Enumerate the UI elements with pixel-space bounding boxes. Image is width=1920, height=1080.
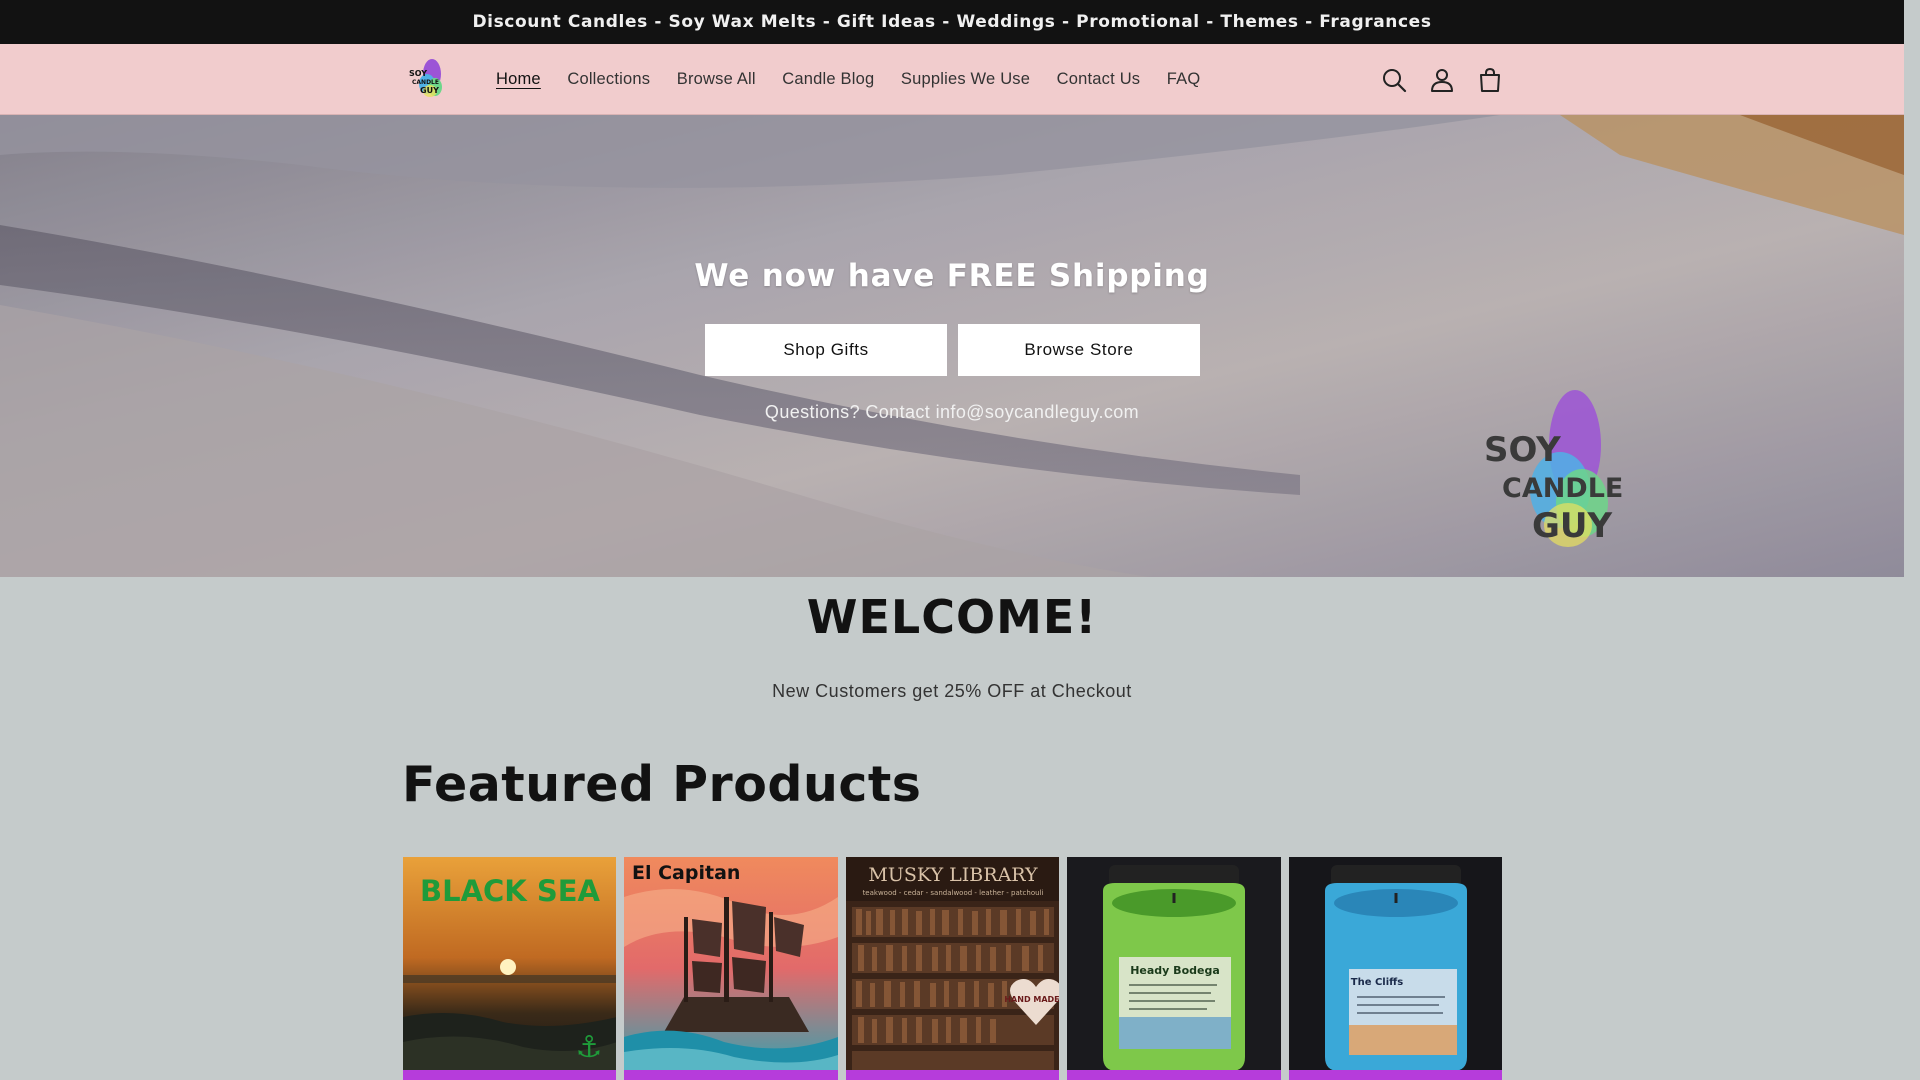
nav-supplies-we-use[interactable]: Supplies We Use bbox=[901, 70, 1030, 89]
svg-text:SOY: SOY bbox=[409, 69, 427, 78]
nav-collections[interactable]: Collections bbox=[567, 70, 650, 89]
welcome-title: WELCOME! bbox=[806, 590, 1098, 644]
account-icon[interactable] bbox=[1428, 66, 1456, 94]
product-label-heady-bodega: Heady Bodega bbox=[1130, 964, 1220, 977]
product-bar bbox=[624, 1070, 838, 1080]
product-sublabel-musky-library: teakwood - cedar - sandalwood - leather … bbox=[862, 889, 1043, 897]
shop-gifts-button[interactable]: Shop Gifts bbox=[705, 324, 947, 376]
product-image-musky-library: MUSKY LIBRARY teakwood - cedar - sandalw… bbox=[845, 857, 1060, 1080]
product-card-the-cliffs[interactable]: The Cliffs bbox=[1288, 857, 1503, 1080]
product-card-el-capitan[interactable]: El Capitan bbox=[624, 857, 838, 1080]
featured-products-title: Featured Products bbox=[402, 756, 922, 813]
cart-icon[interactable] bbox=[1476, 66, 1504, 94]
svg-text:CANDLE: CANDLE bbox=[412, 79, 439, 86]
nav-home[interactable]: Home bbox=[496, 70, 541, 89]
svg-text:GUY: GUY bbox=[420, 86, 439, 95]
product-image-heady-bodega: Heady Bodega bbox=[1067, 857, 1281, 1080]
hero-logo-text-candle: CANDLE bbox=[1502, 473, 1623, 504]
product-image-the-cliffs: The Cliffs bbox=[1288, 857, 1503, 1080]
announcement-bar: Discount Candles - Soy Wax Melts - Gift … bbox=[0, 0, 1904, 44]
hero-logo-image: SOY CANDLE GUY bbox=[1484, 390, 1623, 547]
hero-logo-text-guy: GUY bbox=[1532, 506, 1613, 546]
handmade-badge: HAND MADE bbox=[1004, 995, 1059, 1004]
nav-candle-blog[interactable]: Candle Blog bbox=[782, 70, 874, 89]
search-icon[interactable] bbox=[1380, 66, 1408, 94]
product-image-black-sea: BLACK SEA ⚓ bbox=[403, 857, 617, 1080]
product-card-black-sea[interactable]: BLACK SEA ⚓ bbox=[403, 857, 617, 1080]
nav-faq[interactable]: FAQ bbox=[1167, 70, 1201, 89]
product-bar bbox=[403, 1070, 617, 1080]
browse-store-button[interactable]: Browse Store bbox=[958, 324, 1200, 376]
site-header: SOY CANDLE GUY Home Collections Browse A… bbox=[0, 44, 1904, 115]
product-grid: BLACK SEA ⚓ El Capitan MUSKY LIBRARY tea… bbox=[403, 857, 1503, 1080]
nav-contact-us[interactable]: Contact Us bbox=[1057, 70, 1141, 89]
product-label-musky-library: MUSKY LIBRARY bbox=[868, 864, 1038, 886]
hero-banner: We now have FREE Shipping Shop Gifts Bro… bbox=[0, 115, 1904, 577]
hero-title: We now have FREE Shipping bbox=[694, 258, 1210, 294]
product-bar bbox=[1067, 1070, 1281, 1080]
promo-text: New Customers get 25% OFF at Checkout bbox=[772, 681, 1132, 701]
product-card-heady-bodega[interactable]: Heady Bodega bbox=[1067, 857, 1281, 1080]
product-image-el-capitan: El Capitan bbox=[624, 857, 838, 1080]
nav-browse-all[interactable]: Browse All bbox=[677, 70, 756, 89]
anchor-icon: ⚓ bbox=[576, 1030, 603, 1065]
product-label-el-capitan: El Capitan bbox=[632, 862, 740, 884]
announcement-text: Discount Candles - Soy Wax Melts - Gift … bbox=[472, 12, 1432, 32]
logo[interactable]: SOY CANDLE GUY bbox=[406, 56, 452, 102]
main-nav: Home Collections Browse All Candle Blog … bbox=[496, 44, 1227, 115]
product-label-the-cliffs: The Cliffs bbox=[1350, 977, 1402, 988]
product-label-black-sea: BLACK SEA bbox=[420, 874, 601, 908]
hero-logo-text-soy: SOY bbox=[1484, 430, 1561, 470]
product-card-musky-library[interactable]: MUSKY LIBRARY teakwood - cedar - sandalw… bbox=[845, 857, 1060, 1080]
product-bar bbox=[1288, 1070, 1503, 1080]
product-bar bbox=[845, 1070, 1060, 1080]
